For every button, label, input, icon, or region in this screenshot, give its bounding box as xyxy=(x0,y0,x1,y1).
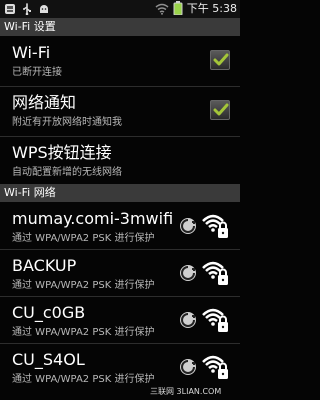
network-name: CU_S4OL xyxy=(12,350,85,369)
wifi-lock-icon xyxy=(202,214,228,238)
checkmark-icon xyxy=(213,103,229,116)
wifi-lock-icon xyxy=(202,261,228,285)
wifi-settings-header-label: Wi-Fi 设置 xyxy=(4,20,56,33)
wifi-status-icon xyxy=(155,0,169,19)
wps-icon xyxy=(180,359,196,375)
wps-icon xyxy=(180,312,196,328)
network-name: BACKUP xyxy=(12,256,77,275)
wps-icon xyxy=(180,218,196,234)
network-icons xyxy=(178,212,230,240)
wifi-toggle-checkbox[interactable] xyxy=(210,50,230,70)
usb-icon xyxy=(20,0,34,19)
wifi-networks-header: Wi-Fi 网络 xyxy=(0,184,240,202)
network-notification-checkbox[interactable] xyxy=(210,100,230,120)
wps-button-connection-row[interactable]: WPS按钮连接 自动配置新增的无线网络 xyxy=(0,136,240,185)
wifi-lock-icon xyxy=(202,308,228,332)
status-bar: 下午 5:38 xyxy=(0,0,240,19)
wifi-toggle-row[interactable]: Wi-Fi 已断开连接 xyxy=(0,36,240,87)
notification-app-icon xyxy=(4,0,16,19)
network-icons xyxy=(178,353,230,381)
network-icons xyxy=(178,259,230,287)
network-security: 通过 WPA/WPA2 PSK 进行保护 xyxy=(12,374,155,385)
checkmark-icon xyxy=(213,53,229,66)
network-name: CU_c0GB xyxy=(12,303,86,322)
wifi-networks-header-label: Wi-Fi 网络 xyxy=(4,186,56,199)
network-security: 通过 WPA/WPA2 PSK 进行保护 xyxy=(12,233,155,244)
network-item[interactable]: BACKUP 通过 WPA/WPA2 PSK 进行保护 xyxy=(0,249,240,297)
battery-icon xyxy=(173,0,183,19)
wifi-settings-header: Wi-Fi 设置 xyxy=(0,18,240,36)
network-security: 通过 WPA/WPA2 PSK 进行保护 xyxy=(12,327,155,338)
network-notification-summary: 附近有开放网络时通知我 xyxy=(12,117,122,128)
wps-button-connection-title: WPS按钮连接 xyxy=(12,143,112,162)
wps-icon xyxy=(180,265,196,281)
network-notification-title: 网络通知 xyxy=(12,93,77,112)
network-icons xyxy=(178,306,230,334)
status-bar-right: 下午 5:38 xyxy=(155,0,237,19)
wifi-lock-icon xyxy=(202,355,228,379)
android-debug-icon xyxy=(38,0,50,19)
wps-button-connection-summary: 自动配置新增的无线网络 xyxy=(12,167,122,178)
network-security: 通过 WPA/WPA2 PSK 进行保护 xyxy=(12,280,155,291)
network-item[interactable]: CU_c0GB 通过 WPA/WPA2 PSK 进行保护 xyxy=(0,296,240,344)
status-time: 下午 5:38 xyxy=(186,2,237,15)
wifi-toggle-summary: 已断开连接 xyxy=(12,67,62,78)
network-item[interactable]: CU_S4OL 通过 WPA/WPA2 PSK 进行保护 xyxy=(0,343,240,386)
wifi-toggle-title: Wi-Fi xyxy=(12,43,51,62)
watermark-text: 三联网 3LIAN.COM xyxy=(150,387,222,396)
status-bar-left xyxy=(4,2,50,16)
network-notification-row[interactable]: 网络通知 附近有开放网络时通知我 xyxy=(0,86,240,137)
network-item[interactable]: mumay.comi-3mwifi 通过 WPA/WPA2 PSK 进行保护 xyxy=(0,202,240,250)
network-name: mumay.comi-3mwifi xyxy=(12,209,174,228)
